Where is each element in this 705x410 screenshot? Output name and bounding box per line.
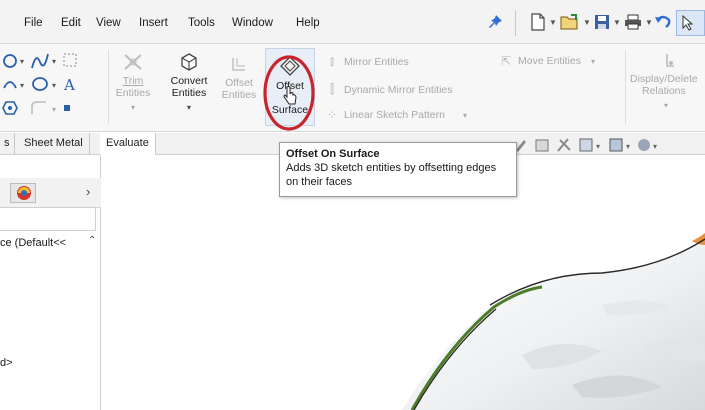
svg-text:▾: ▾ xyxy=(20,57,24,66)
svg-text:▾: ▾ xyxy=(653,142,657,151)
menu-edit[interactable]: Edit xyxy=(61,17,81,29)
convert-entities-button[interactable]: Convert Entities ▾ xyxy=(166,52,212,114)
trim-label-1: Trim xyxy=(122,75,144,87)
offset-surface-tooltip: Offset On Surface Adds 3D sketch entitie… xyxy=(279,142,517,197)
move-entities-button[interactable]: ⇱ Move Entities ▾ xyxy=(498,54,595,68)
menu-window[interactable]: Window xyxy=(232,17,273,29)
appearance-icon[interactable] xyxy=(10,183,36,203)
svg-text:▾: ▾ xyxy=(52,57,56,66)
move-entities-icon: ⇱ xyxy=(500,54,512,68)
mirror-icon: ⫾ xyxy=(330,54,334,68)
tree-item-configuration[interactable]: ce (Default<< xyxy=(0,237,66,249)
svg-text:▾: ▾ xyxy=(626,142,630,151)
move-label: Move Entities xyxy=(518,55,582,67)
offset-entities-label-2: Entities xyxy=(221,89,257,101)
chevron-right-icon[interactable]: › xyxy=(86,184,90,199)
scroll-up-icon[interactable]: ⌃ xyxy=(88,235,96,246)
tab-sketch[interactable]: s xyxy=(0,133,15,155)
menu-insert[interactable]: Insert xyxy=(139,17,168,29)
print-icon[interactable]: ▼ xyxy=(624,12,653,32)
convert-label-1: Convert xyxy=(170,75,208,87)
tree-item-secondary[interactable]: d> xyxy=(0,357,13,369)
panel-tab-strip: › xyxy=(0,178,101,208)
select-tool-button[interactable] xyxy=(676,10,705,36)
pin-icon[interactable] xyxy=(487,14,503,33)
trim-label-2: Entities xyxy=(115,87,151,99)
display-delete-relations-button[interactable]: Display/Delete Relations ▾ xyxy=(630,52,705,112)
offset-entities-button[interactable]: Offset Entities xyxy=(219,56,259,101)
display-delete-label-2: Relations xyxy=(642,85,686,97)
menu-file[interactable]: File xyxy=(24,17,43,29)
open-folder-icon[interactable]: ▼ xyxy=(560,12,591,32)
offset-entities-icon xyxy=(232,58,245,71)
hand-cursor-icon xyxy=(283,86,297,105)
dynamic-mirror-label: Dynamic Mirror Entities xyxy=(344,83,453,96)
svg-text:▾: ▾ xyxy=(52,81,56,90)
ribbon-separator xyxy=(108,50,109,124)
feature-manager-panel: › ce (Default<< ⌃ d> xyxy=(0,155,101,410)
tooltip-title: Offset On Surface xyxy=(286,148,380,160)
linear-pattern-icon: ⁘ xyxy=(326,108,338,122)
menu-view[interactable]: View xyxy=(96,17,121,29)
mirror-label: Mirror Entities xyxy=(344,55,409,68)
menu-tools[interactable]: Tools xyxy=(188,17,215,29)
display-delete-label-1: Display/Delete xyxy=(630,73,698,85)
tab-evaluate[interactable]: Evaluate xyxy=(100,133,156,155)
trim-icon xyxy=(124,54,142,70)
heads-up-view-toolbar: ▾ ▾ ▾ xyxy=(512,136,705,154)
command-ribbon: ▾ ▾ ▾ ▾ A ▾ Trim Entities ▾ Convert Enti… xyxy=(0,44,705,132)
offset-entities-label-1: Offset xyxy=(225,77,253,89)
dynamic-mirror-button[interactable]: ⫿ Dynamic Mirror Entities xyxy=(324,82,453,97)
relations-icon xyxy=(666,54,674,67)
linear-pattern-label: Linear Sketch Pattern xyxy=(344,109,445,121)
save-icon[interactable]: ▼ xyxy=(594,12,621,32)
menu-bar: File Edit View Insert Tools Window Help … xyxy=(0,0,705,44)
tab-sheet-metal[interactable]: Sheet Metal xyxy=(18,133,90,155)
svg-text:▾: ▾ xyxy=(52,105,56,114)
trim-entities-button[interactable]: Trim Entities ▾ xyxy=(113,52,153,114)
linear-sketch-pattern-button[interactable]: ⁘ Linear Sketch Pattern ▾ xyxy=(324,108,467,122)
svg-text:A: A xyxy=(63,76,75,94)
new-document-icon[interactable]: ▼ xyxy=(530,12,557,32)
svg-text:▾: ▾ xyxy=(20,81,24,90)
tooltip-description: Adds 3D sketch entities by offsetting ed… xyxy=(286,162,497,188)
mirror-entities-button[interactable]: ⫾ Mirror Entities xyxy=(324,54,409,69)
dynamic-mirror-icon: ⫿ xyxy=(330,82,334,96)
sketch-tools-group: ▾ ▾ ▾ ▾ A ▾ xyxy=(2,50,107,126)
svg-text:▾: ▾ xyxy=(596,142,600,151)
menu-help[interactable]: Help xyxy=(296,17,320,29)
toolbar-separator xyxy=(515,10,516,36)
convert-label-2: Entities xyxy=(171,87,207,99)
ribbon-separator-2 xyxy=(625,50,626,124)
convert-entities-icon xyxy=(181,53,197,71)
filter-input[interactable] xyxy=(0,207,96,231)
